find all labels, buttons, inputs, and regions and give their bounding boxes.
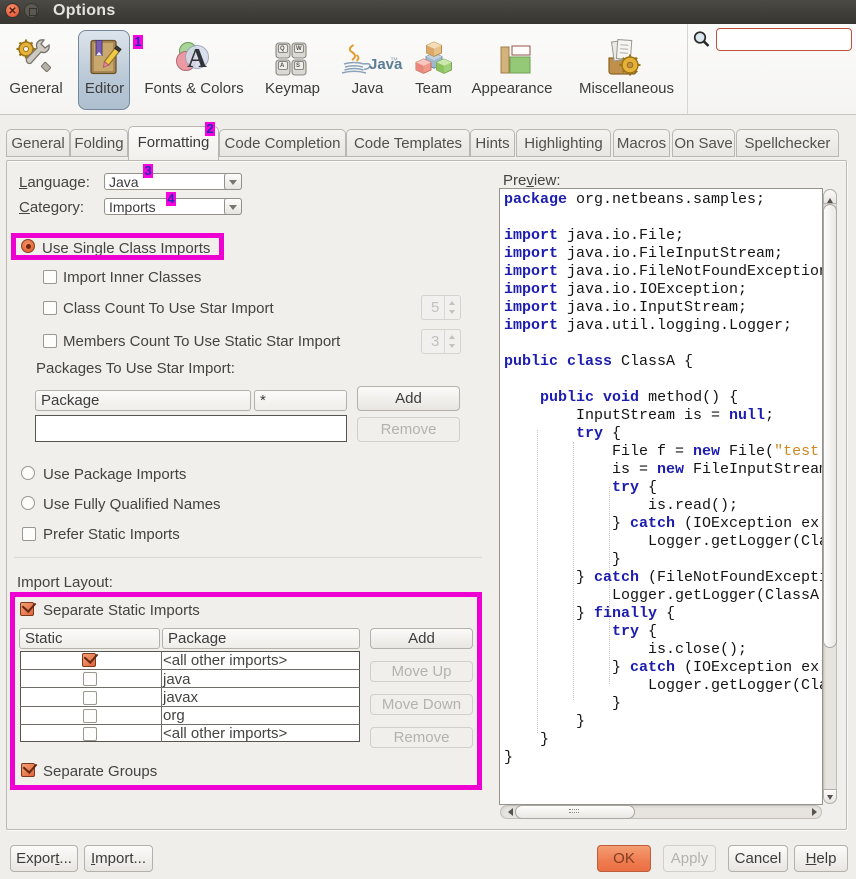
svg-text:A: A: [187, 43, 207, 73]
svg-text:™: ™: [390, 56, 398, 65]
svg-text:W: W: [296, 46, 302, 52]
svg-text:A: A: [280, 63, 285, 69]
svg-text:Q: Q: [280, 46, 285, 52]
svg-text:S: S: [296, 63, 300, 69]
